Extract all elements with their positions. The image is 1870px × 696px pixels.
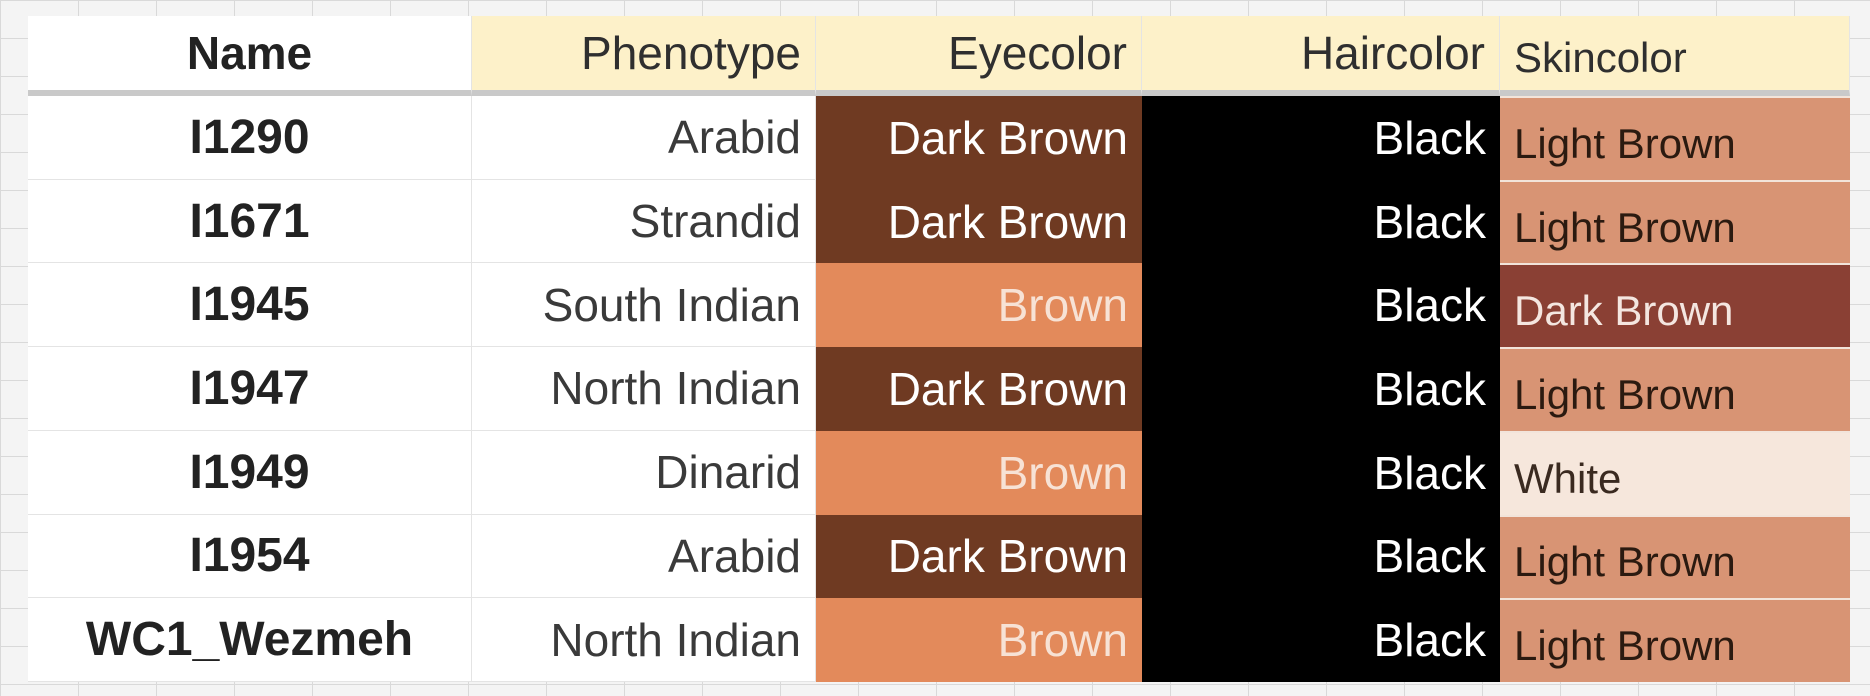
header-haircolor[interactable]: Haircolor [1142,16,1500,96]
cell-skincolor[interactable]: Light Brown [1500,347,1850,431]
cell-haircolor[interactable]: Black [1142,430,1500,515]
cell-phenotype[interactable]: Arabid [472,96,816,180]
header-phenotype[interactable]: Phenotype [472,16,816,96]
cell-name[interactable]: I1671 [28,179,472,264]
cell-skincolor[interactable]: Dark Brown [1500,263,1850,348]
cell-skincolor[interactable]: Light Brown [1500,179,1850,264]
cell-eyecolor[interactable]: Dark Brown [816,179,1142,264]
cell-name[interactable]: I1949 [28,430,472,515]
cell-haircolor[interactable]: Black [1142,96,1500,180]
cell-phenotype[interactable]: North Indian [472,598,816,682]
cell-phenotype[interactable]: Strandid [472,179,816,264]
cell-skincolor[interactable]: Light Brown [1500,598,1850,682]
cell-name[interactable]: I1290 [28,96,472,180]
cell-skincolor[interactable]: Light Brown [1500,96,1850,180]
header-name[interactable]: Name [28,16,472,96]
cell-haircolor[interactable]: Black [1142,514,1500,599]
cell-eyecolor[interactable]: Dark Brown [816,347,1142,431]
cell-eyecolor[interactable]: Brown [816,263,1142,348]
cell-skincolor[interactable]: White [1500,430,1850,515]
header-eyecolor[interactable]: Eyecolor [816,16,1142,96]
cell-phenotype[interactable]: North Indian [472,347,816,431]
cell-name[interactable]: WC1_Wezmeh [28,598,472,682]
header-skincolor[interactable]: Skincolor [1500,16,1850,96]
cell-name[interactable]: I1947 [28,347,472,431]
cell-haircolor[interactable]: Black [1142,598,1500,682]
cell-phenotype[interactable]: Dinarid [472,430,816,515]
cell-skincolor[interactable]: Light Brown [1500,514,1850,599]
cell-eyecolor[interactable]: Brown [816,430,1142,515]
cell-haircolor[interactable]: Black [1142,263,1500,348]
cell-eyecolor[interactable]: Dark Brown [816,514,1142,599]
cell-eyecolor[interactable]: Brown [816,598,1142,682]
cell-eyecolor[interactable]: Dark Brown [816,96,1142,180]
spreadsheet-table: Name Phenotype Eyecolor Haircolor Skinco… [28,16,1850,682]
cell-phenotype[interactable]: South Indian [472,263,816,348]
cell-haircolor[interactable]: Black [1142,347,1500,431]
cell-haircolor[interactable]: Black [1142,179,1500,264]
cell-name[interactable]: I1945 [28,263,472,348]
cell-name[interactable]: I1954 [28,514,472,599]
cell-phenotype[interactable]: Arabid [472,514,816,599]
